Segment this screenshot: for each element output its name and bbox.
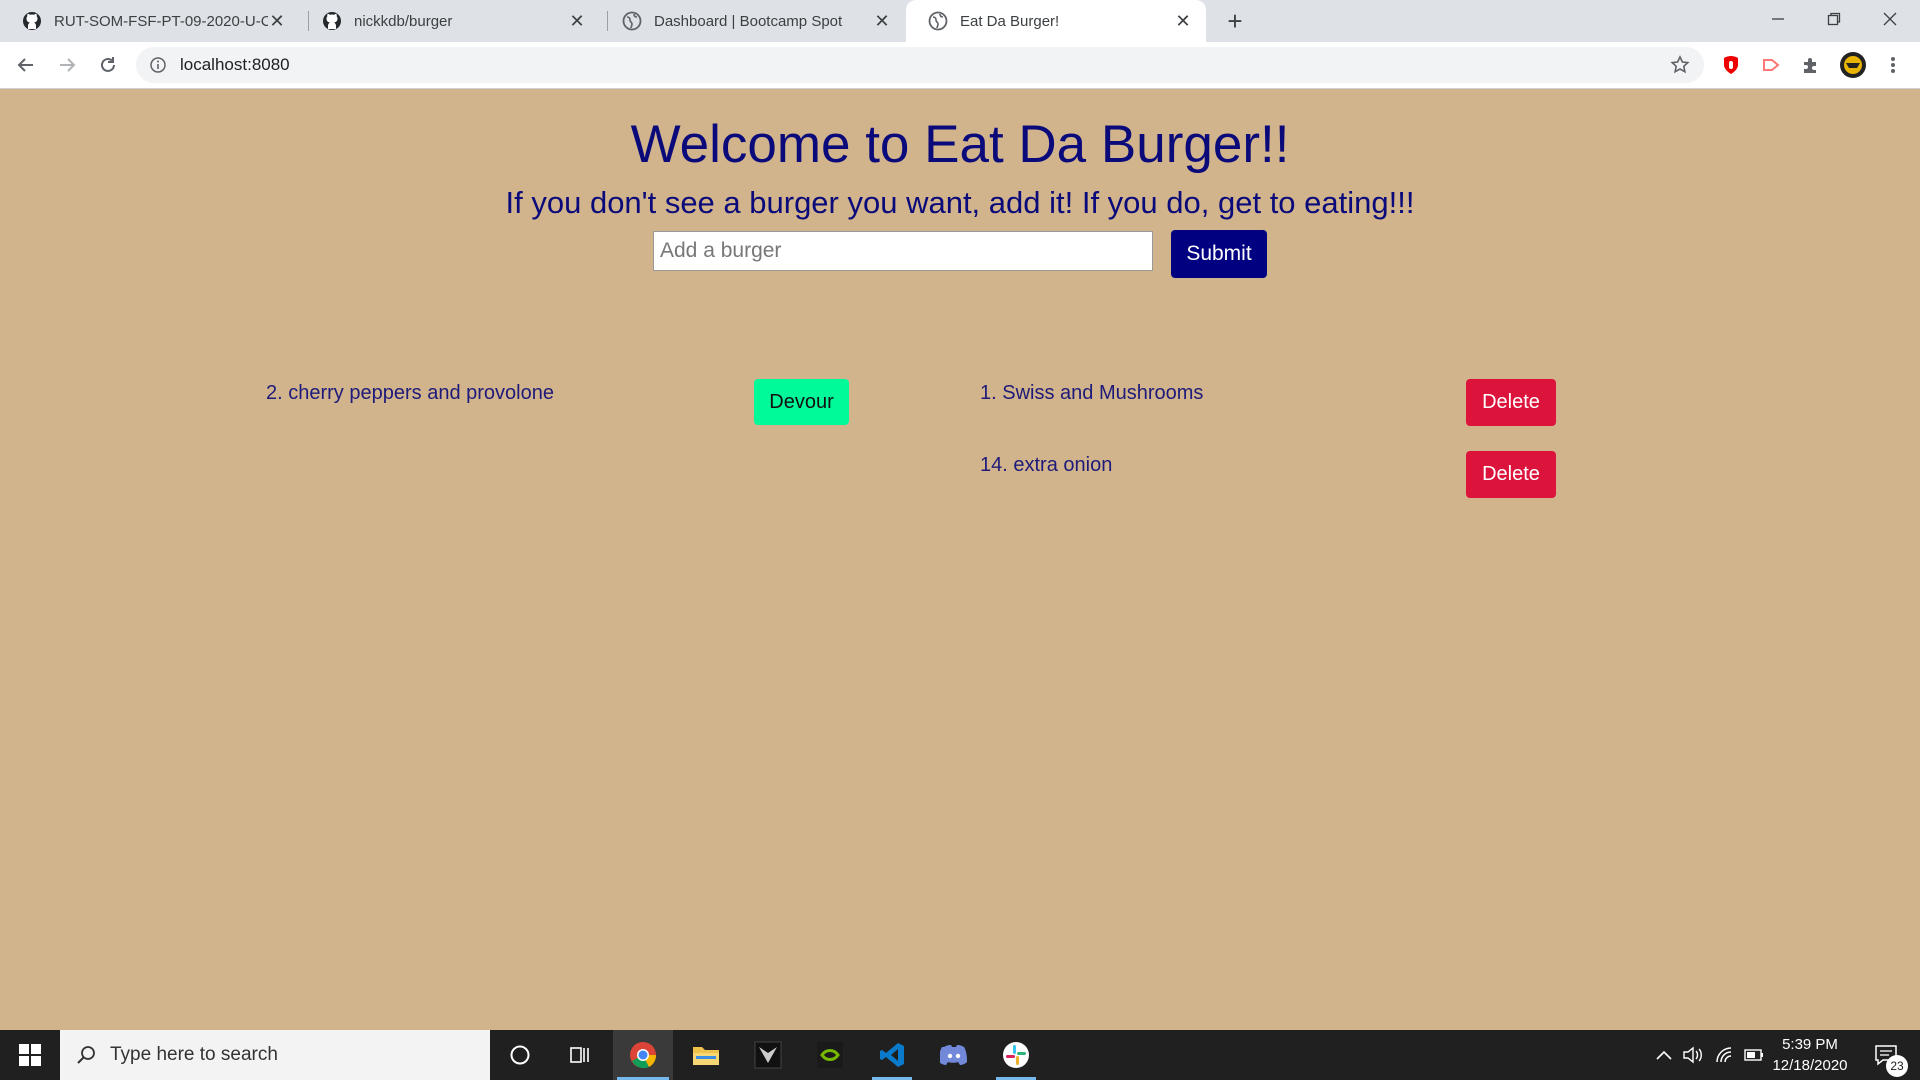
slack-icon — [1003, 1042, 1029, 1068]
start-button[interactable] — [0, 1030, 60, 1080]
minimize-button[interactable] — [1750, 0, 1806, 38]
arrow-right-icon — [60, 58, 76, 72]
browser-tab-bar: RUT-SOM-FSF-PT-09-2020-U-C/ ✕ nickkdb/bu… — [0, 0, 1920, 42]
cortana-button[interactable] — [490, 1030, 550, 1080]
taskbar-search-box[interactable]: Type here to search — [60, 1030, 490, 1080]
page-content: Welcome to Eat Da Burger!! If you don't … — [0, 89, 1920, 1030]
shield-icon — [1724, 56, 1738, 74]
back-button[interactable] — [10, 49, 42, 81]
tab-title: nickkdb/burger — [354, 12, 453, 30]
delete-button[interactable]: Delete — [1466, 451, 1556, 498]
browser-toolbar: localhost:8080 — [0, 42, 1920, 89]
taskbar-file-explorer[interactable] — [676, 1030, 736, 1080]
cortana-circle-icon — [510, 1045, 530, 1065]
opera-extension-button[interactable] — [1718, 52, 1744, 78]
close-tab-icon[interactable]: ✕ — [568, 11, 586, 32]
task-view-icon — [570, 1047, 589, 1063]
github-icon — [323, 12, 341, 30]
chrome-icon — [630, 1042, 657, 1069]
close-window-button[interactable] — [1862, 0, 1918, 38]
burger-item-name: 2. cherry peppers and provolone — [266, 382, 554, 404]
windows-taskbar: Type here to search 5:39 PM 12/18/2020 2… — [0, 1030, 1920, 1080]
wifi-icon — [1716, 1047, 1732, 1063]
page-subtitle: If you don't see a burger you want, add … — [505, 185, 1415, 220]
taskbar-clock[interactable]: 5:39 PM 12/18/2020 — [1760, 1034, 1860, 1076]
tab-bootcamp-dashboard[interactable]: Dashboard | Bootcamp Spot ✕ — [600, 0, 905, 42]
devour-button[interactable]: Devour — [754, 379, 849, 425]
globe-icon — [928, 11, 948, 31]
globe-icon — [622, 11, 642, 31]
reload-icon — [101, 57, 115, 72]
cast-icon — [1763, 59, 1780, 71]
chevron-up-icon — [1656, 1050, 1672, 1060]
taskbar-vscode[interactable] — [862, 1030, 922, 1080]
tab-eat-da-burger[interactable]: Eat Da Burger! ✕ — [906, 0, 1206, 42]
close-tab-icon[interactable]: ✕ — [873, 11, 891, 32]
taskbar-predator-sense[interactable] — [738, 1030, 798, 1080]
close-tab-icon[interactable]: ✕ — [268, 11, 286, 32]
search-placeholder: Type here to search — [110, 1044, 278, 1065]
close-icon — [1883, 12, 1897, 26]
clock-time: 5:39 PM — [1782, 1036, 1838, 1053]
task-view-button[interactable] — [550, 1030, 610, 1080]
new-tab-button[interactable]: + — [1220, 6, 1250, 36]
cast-extension-button[interactable] — [1758, 52, 1784, 78]
action-center-button[interactable]: 23 — [1862, 1030, 1910, 1080]
taskbar-slack[interactable] — [986, 1030, 1046, 1080]
bookmark-star-icon[interactable] — [1670, 55, 1690, 75]
network-button[interactable] — [1712, 1030, 1738, 1080]
burger-item-name: 1. Swiss and Mushrooms — [980, 382, 1204, 404]
close-tab-icon[interactable]: ✕ — [1174, 11, 1192, 32]
page-title: Welcome to Eat Da Burger!! — [630, 115, 1290, 174]
tab-github-repo[interactable]: RUT-SOM-FSF-PT-09-2020-U-C/ ✕ — [0, 0, 300, 42]
clock-date: 12/18/2020 — [1772, 1057, 1848, 1074]
tab-nickkdb-burger[interactable]: nickkdb/burger ✕ — [300, 0, 600, 42]
taskbar-nvidia[interactable] — [800, 1030, 860, 1080]
delete-button[interactable]: Delete — [1466, 379, 1556, 426]
restore-button[interactable] — [1806, 0, 1862, 38]
windows-logo-icon — [19, 1044, 41, 1066]
burger-item-name: 14. extra onion — [980, 454, 1113, 476]
volume-button[interactable] — [1680, 1030, 1706, 1080]
add-burger-input[interactable] — [653, 231, 1153, 271]
vscode-icon — [880, 1043, 904, 1067]
browser-menu-button[interactable] — [1880, 52, 1906, 78]
folder-icon — [693, 1047, 719, 1065]
taskbar-discord[interactable] — [924, 1030, 984, 1080]
restore-icon — [1827, 12, 1841, 26]
forward-button[interactable] — [51, 49, 83, 81]
arrow-left-icon — [17, 58, 33, 72]
profile-avatar[interactable] — [1838, 50, 1868, 80]
taskbar-chrome[interactable] — [613, 1030, 673, 1080]
reload-button[interactable] — [92, 49, 124, 81]
minimize-icon — [1772, 18, 1784, 20]
info-icon[interactable] — [150, 57, 166, 73]
tab-title: Eat Da Burger! — [960, 12, 1060, 30]
extensions-button[interactable] — [1798, 52, 1824, 78]
show-hidden-icons-button[interactable] — [1652, 1030, 1676, 1080]
search-icon — [77, 1046, 95, 1064]
tab-title: RUT-SOM-FSF-PT-09-2020-U-C/ — [54, 12, 268, 30]
nvidia-icon — [817, 1042, 843, 1068]
kebab-menu-icon — [1891, 57, 1895, 73]
submit-button[interactable]: Submit — [1171, 230, 1267, 278]
puzzle-icon — [1804, 58, 1816, 73]
discord-icon — [940, 1045, 967, 1065]
predator-icon — [754, 1041, 782, 1069]
url-text[interactable]: localhost:8080 — [180, 55, 290, 75]
tab-title: Dashboard | Bootcamp Spot — [654, 12, 843, 30]
github-icon — [23, 12, 41, 30]
notification-count-badge: 23 — [1886, 1055, 1908, 1077]
speaker-icon — [1683, 1046, 1702, 1064]
avatar-icon — [1840, 52, 1866, 78]
address-bar[interactable]: localhost:8080 — [136, 47, 1704, 83]
